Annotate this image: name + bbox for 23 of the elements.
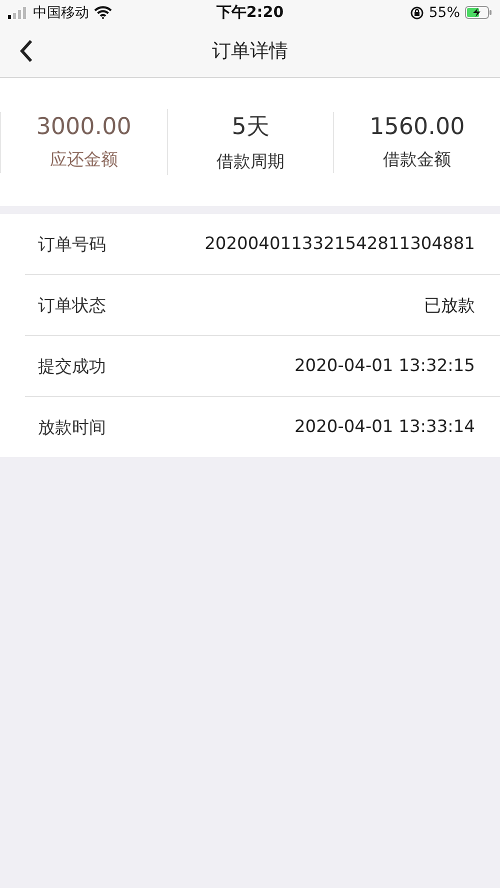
detail-value: 2020040113321542811304881 — [204, 234, 475, 254]
page-title: 订单详情 — [212, 39, 288, 64]
detail-label: 订单状态 — [38, 294, 106, 316]
back-chevron-icon — [19, 39, 33, 63]
summary-value: 3000.00 — [36, 114, 132, 140]
detail-label: 放款时间 — [38, 416, 106, 438]
summary-label: 应还金额 — [50, 148, 118, 170]
battery-percent: 55% — [428, 4, 460, 20]
summary-label: 借款金额 — [383, 148, 452, 170]
clock-time: 下午2:20 — [216, 3, 284, 21]
detail-value: 2020-04-01 13:32:15 — [294, 356, 475, 376]
detail-label: 订单号码 — [38, 234, 106, 256]
summary-label: 借款周期 — [216, 151, 284, 173]
detail-value: 2020-04-01 13:33:14 — [294, 417, 475, 437]
signal-icon — [8, 6, 28, 18]
battery-charging-icon — [465, 6, 492, 19]
detail-value: 已放款 — [424, 294, 475, 316]
summary-value: 1560.00 — [370, 114, 465, 140]
rotation-lock-icon — [410, 6, 424, 20]
carrier-name: 中国移动 — [33, 4, 89, 22]
wifi-icon — [94, 6, 112, 19]
detail-label: 提交成功 — [38, 356, 106, 378]
summary-value: 5天 — [232, 113, 270, 142]
